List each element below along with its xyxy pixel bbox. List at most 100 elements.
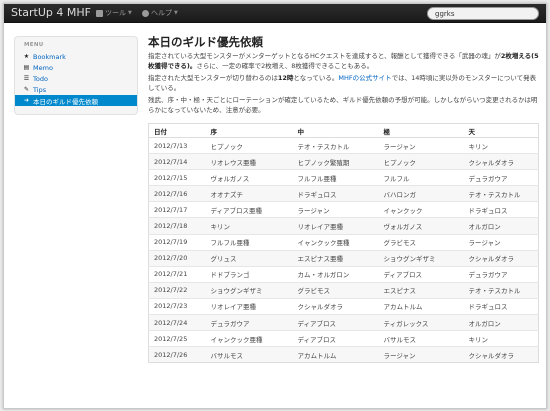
menu-help[interactable]: ヘルプ ▼ xyxy=(142,8,178,18)
table-cell: ショウグンギザミ xyxy=(378,249,464,267)
table-cell: バハロンガ xyxy=(378,185,464,202)
sidebar-item-guild-request[interactable]: ➜ 本日のギルド優先依頼 xyxy=(15,95,137,106)
chevron-down-icon: ▼ xyxy=(174,10,178,16)
table-cell: オルガロン xyxy=(463,217,539,235)
sidebar-item-bookmark[interactable]: ★ Bookmark xyxy=(15,51,137,62)
table-cell: クシャルダオラ xyxy=(463,346,539,363)
menu-tools-label: ツール xyxy=(105,9,126,17)
sidebar-item-memo[interactable]: ▤ Memo xyxy=(15,62,137,73)
table-cell: リオレイア亜種 xyxy=(292,217,379,235)
table-cell: ドドブランゴ xyxy=(205,265,293,283)
table-row: 2012/7/25 イャンクック亜種 ディアブロス バサルモス キリン xyxy=(148,330,539,347)
table-cell: バサルモス xyxy=(378,330,464,347)
table-cell: キリン xyxy=(205,217,293,235)
table-cell: 2012/7/15 xyxy=(148,169,206,186)
document-icon: ▤ xyxy=(23,64,30,71)
table-cell: テオ・テスカトル xyxy=(463,185,539,202)
table-cell: クシャルダオラ xyxy=(292,297,379,315)
table-cell: イャンクック亜種 xyxy=(205,330,293,347)
table-cell: グラビモス xyxy=(292,281,379,299)
table-cell: オルガロン xyxy=(463,314,539,331)
text-emphasis: 12時 xyxy=(277,74,294,82)
table-cell: クシャルダオラ xyxy=(463,249,539,267)
table-cell: ティガレックス xyxy=(378,314,464,331)
table-cell: ラージャン xyxy=(292,201,379,218)
sidebar-item-label: 本日のギルド優先依頼 xyxy=(33,97,98,106)
sidebar-item-label: Todo xyxy=(33,74,48,83)
list-icon: ☰ xyxy=(23,75,30,82)
text-segment: さらに、一定の確率で2枚増え、8枚獲得できることもある。 xyxy=(196,62,374,70)
table-cell: ディアブロス xyxy=(292,330,379,347)
table-cell: デュラガウア xyxy=(205,314,293,331)
menu-header: MENU xyxy=(24,42,44,48)
table-cell: 2012/7/21 xyxy=(148,265,206,283)
table-cell: イャンクック xyxy=(378,201,464,218)
table-row: 2012/7/21 ドドブランゴ カム・オルガロン ディアブロス デュラガウア xyxy=(148,265,539,283)
table-cell: ラージャン xyxy=(463,233,539,251)
table-row: 2012/7/26 バサルモス アカムトルム ラージャン クシャルダオラ xyxy=(148,346,539,363)
table-cell: グリュス xyxy=(205,249,293,267)
table-cell: バサルモス xyxy=(205,346,293,363)
table-cell: エスピナス xyxy=(378,281,464,299)
sidebar: MENU ★ Bookmark ▤ Memo ☰ Todo ✎ Tips ➜ 本… xyxy=(14,36,138,115)
table-cell: 2012/7/20 xyxy=(148,249,206,267)
table-cell: デュラガウア xyxy=(463,265,539,283)
menu-help-label: ヘルプ xyxy=(151,9,172,17)
tools-icon xyxy=(96,9,103,17)
table-cell: 2012/7/16 xyxy=(148,185,206,202)
search-input[interactable] xyxy=(427,7,539,20)
table-row: 2012/7/15 ヴォルガノス フルフル亜種 フルフル デュラガウア xyxy=(148,169,539,186)
table-cell: 2012/7/18 xyxy=(148,217,206,235)
table-cell: フルフル亜種 xyxy=(292,169,379,186)
table-cell: 2012/7/23 xyxy=(148,297,206,315)
table-cell: グラビモス xyxy=(378,233,464,251)
column-header: 中 xyxy=(292,123,379,138)
rotation-table: 日付 序 中 極 天 2012/7/13 ヒプノック テオ・テスカトル ラージャン キリ… xyxy=(148,123,539,364)
table-cell: ヴォルガノス xyxy=(205,169,293,186)
main-content: 本日のギルド優先依頼 指定されている大型モンスターがメンターゲットとなるHCクエ… xyxy=(148,34,540,115)
menu-tools[interactable]: ツール ▼ xyxy=(96,8,132,18)
table-cell: 2012/7/22 xyxy=(148,281,206,299)
table-cell: 2012/7/13 xyxy=(148,136,206,154)
table-cell: 2012/7/24 xyxy=(148,314,206,331)
table-row: 2012/7/14 リオレウス亜種 ヒプノック繁殖期 ヒプノック クシャルダオラ xyxy=(148,153,539,170)
table-cell: アカムトルム xyxy=(292,346,379,363)
table-cell: キリン xyxy=(463,330,539,347)
table-cell: ドラギュロス xyxy=(463,201,539,218)
table-cell: 2012/7/14 xyxy=(148,153,206,170)
table-cell: テオ・テスカトル xyxy=(463,281,539,299)
table-cell: 2012/7/19 xyxy=(148,233,206,251)
table-cell: ディアブロス xyxy=(292,314,379,331)
text-segment: 指定されている大型モンスターがメンターゲットとなるHCクエストを達成すると、報酬… xyxy=(148,52,501,60)
column-header: 日付 xyxy=(148,123,206,138)
table-header-row: 日付 序 中 極 天 xyxy=(148,123,539,138)
table-body: 2012/7/13 ヒプノック テオ・テスカトル ラージャン キリン 2012/7/14 リ… xyxy=(148,136,539,363)
table-cell: 2012/7/26 xyxy=(148,346,206,363)
table-cell: フルフル亜種 xyxy=(205,233,293,251)
chevron-down-icon: ▼ xyxy=(128,10,132,16)
arrow-icon: ➜ xyxy=(23,97,30,104)
sidebar-item-tips[interactable]: ✎ Tips xyxy=(15,84,137,95)
column-header: 極 xyxy=(378,123,464,138)
column-header: 天 xyxy=(463,123,539,138)
text-segment: 指定された大型モンスターが切り替わるのは xyxy=(148,74,278,82)
table-row: 2012/7/16 オオナズチ ドラギュロス バハロンガ テオ・テスカトル xyxy=(148,185,539,202)
table-row: 2012/7/24 デュラガウア ディアブロス ティガレックス オルガロン xyxy=(148,314,539,331)
table-cell: ヒプノック繁殖期 xyxy=(292,153,379,170)
brand-logo[interactable]: StartUp 4 MHF xyxy=(11,6,91,19)
table-cell: デュラガウア xyxy=(463,169,539,186)
table-cell: ラージャン xyxy=(378,346,464,363)
table-row: 2012/7/22 ショウグンギザミ グラビモス エスピナス テオ・テスカトル xyxy=(148,281,539,299)
table-cell: リオレウス亜種 xyxy=(205,153,293,170)
table-row: 2012/7/20 グリュス エスピナス亜種 ショウグンギザミ クシャルダオラ xyxy=(148,249,539,267)
table-cell: イャンクック亜種 xyxy=(292,233,379,251)
table-row: 2012/7/13 ヒプノック テオ・テスカトル ラージャン キリン xyxy=(148,136,539,154)
table-row: 2012/7/17 ディアブロス亜種 ラージャン イャンクック ドラギュロス xyxy=(148,201,539,218)
table-cell: アカムトルム xyxy=(378,297,464,315)
table-cell: ドラギュロス xyxy=(463,297,539,315)
sidebar-item-label: Memo xyxy=(33,63,53,72)
official-site-link[interactable]: MHFの公式サイト xyxy=(338,74,391,82)
sidebar-item-todo[interactable]: ☰ Todo xyxy=(15,73,137,84)
page-title: 本日のギルド優先依頼 xyxy=(148,35,263,49)
pencil-icon: ✎ xyxy=(23,86,30,93)
